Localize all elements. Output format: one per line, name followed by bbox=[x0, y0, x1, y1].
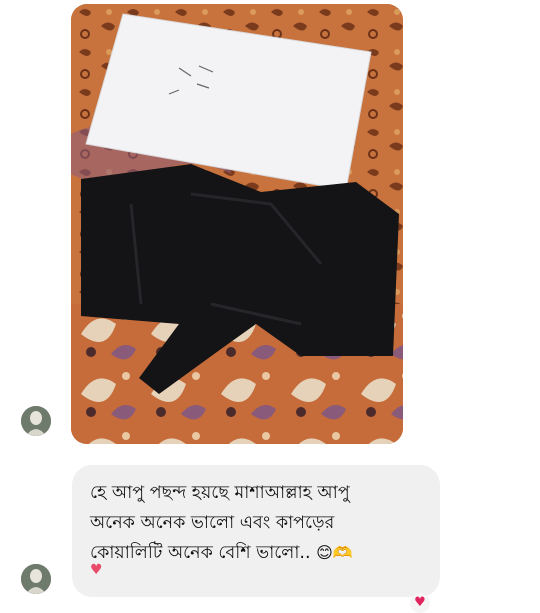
photo-message[interactable] bbox=[71, 4, 403, 444]
avatar-image-2 bbox=[21, 564, 51, 594]
avatar-image bbox=[21, 406, 51, 436]
heart-reaction-icon: ♥ bbox=[90, 562, 103, 578]
photo-image bbox=[71, 4, 403, 444]
text-message-bubble[interactable]: হে আপু পছন্দ হয়ছে মাশাআল্লাহ আপু অনেক অ… bbox=[72, 465, 440, 597]
heart-reaction-badge[interactable]: ♥ bbox=[410, 593, 430, 613]
message-thread: হে আপু পছন্দ হয়ছে মাশাআল্লাহ আপু অনেক অ… bbox=[0, 0, 540, 613]
sender-avatar-2[interactable] bbox=[21, 564, 51, 594]
message-text: হে আপু পছন্দ হয়ছে মাশাআল্লাহ আপু অনেক অ… bbox=[90, 483, 353, 563]
emoji-smile-heart-hands: 😊🫶 bbox=[316, 543, 353, 562]
sender-avatar[interactable] bbox=[21, 406, 51, 436]
